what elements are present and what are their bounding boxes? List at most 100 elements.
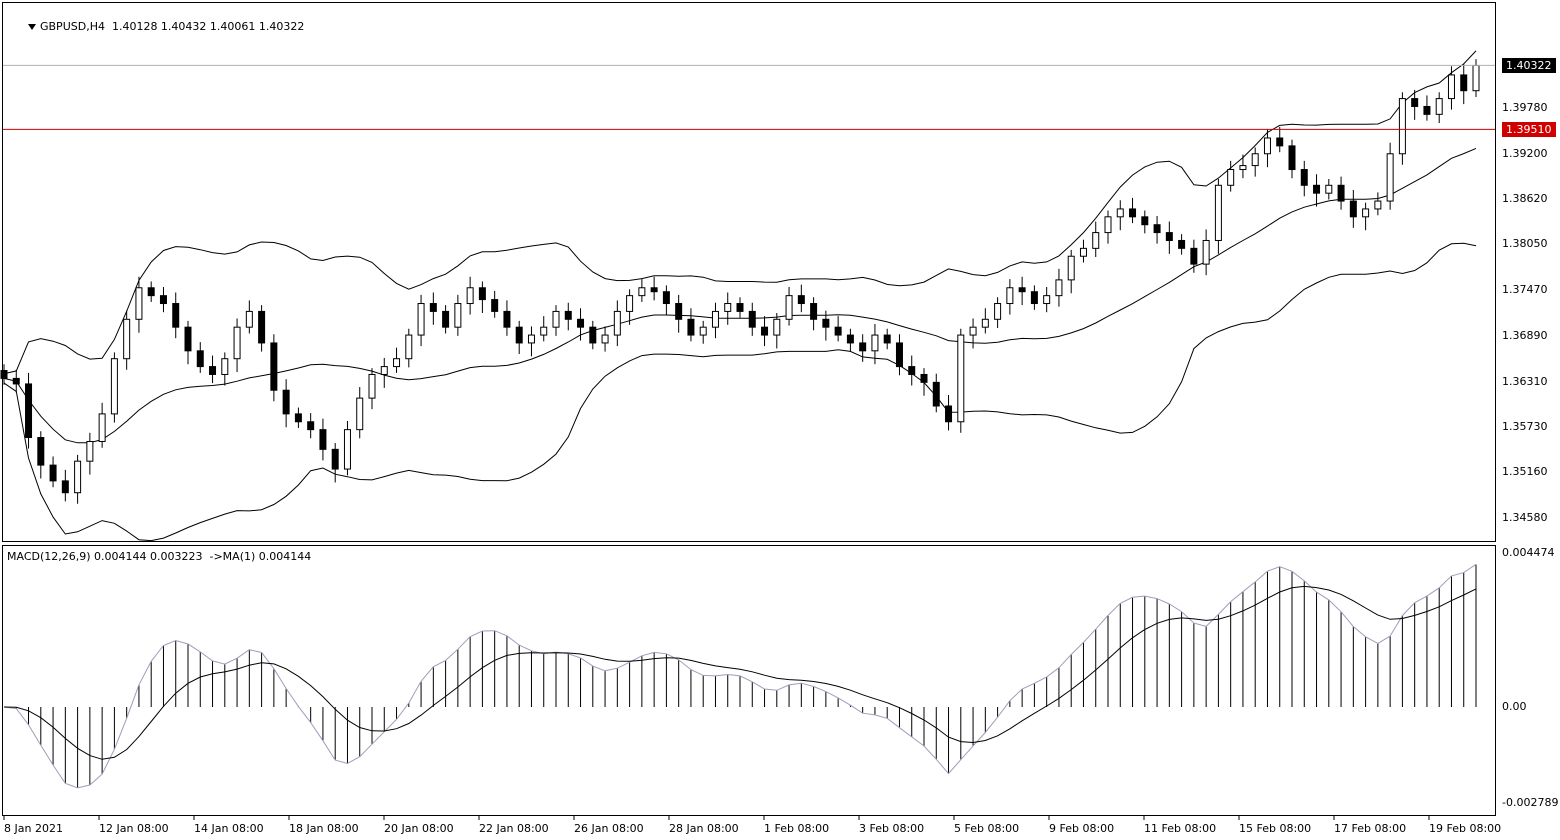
time-tick-label: 12 Jan 08:00 — [99, 822, 169, 835]
candle-bear — [442, 310, 450, 328]
candle-bull — [74, 460, 82, 494]
candle-bull — [1435, 98, 1443, 115]
price-tick-label: 1.38620 — [1502, 192, 1548, 206]
candle-bear — [37, 437, 45, 466]
candle-bull — [98, 413, 106, 442]
candle-bear — [650, 287, 658, 293]
candle-bear — [564, 310, 572, 320]
candle-bear — [25, 383, 33, 439]
candle-bear — [1349, 200, 1357, 218]
candle-bull — [1067, 255, 1075, 281]
price-tick-label: 1.34580 — [1502, 510, 1548, 524]
candle-bear — [662, 291, 670, 305]
candle-bull — [969, 326, 977, 336]
candle-bear — [1030, 291, 1038, 305]
candle-bear — [0, 370, 8, 379]
candle-bear — [1141, 216, 1149, 226]
candle-bull — [233, 326, 241, 360]
candle-bull — [773, 318, 781, 336]
candle-bull — [245, 310, 253, 328]
candle-bear — [1460, 74, 1468, 92]
time-tick-label: 8 Jan 2021 — [4, 822, 63, 835]
candle-bear — [429, 303, 437, 312]
candle-bull — [1079, 247, 1087, 257]
candle-bull — [601, 334, 609, 344]
candle-bull — [1043, 295, 1051, 305]
candle-bear — [736, 303, 744, 312]
candle-bull — [1398, 98, 1406, 155]
candle-bull — [1362, 208, 1370, 218]
time-tick-label: 1 Feb 08:00 — [764, 822, 830, 835]
macd-tick-label: 0.00 — [1502, 699, 1527, 713]
candle-bear — [1337, 184, 1345, 202]
candle-bear — [1288, 145, 1296, 171]
level-price-tag: 1.39510 — [1502, 122, 1556, 138]
time-tick-label: 22 Jan 08:00 — [479, 822, 549, 835]
bollinger-upper — [3, 50, 1477, 375]
candle-bull — [417, 303, 425, 336]
candle-bear — [147, 287, 155, 297]
candle-bull — [711, 310, 719, 328]
candle-bull — [380, 366, 388, 375]
candle-bear — [1313, 184, 1321, 194]
chart-window: GBPUSD,H4 1.40128 1.40432 1.40061 1.4032… — [0, 0, 1560, 840]
candle-bear — [945, 405, 953, 423]
time-tick-label: 3 Feb 08:00 — [859, 822, 925, 835]
candle-bear — [307, 421, 315, 431]
candle-bear — [294, 413, 302, 423]
candle-bear — [687, 318, 695, 336]
candle-bull — [1006, 287, 1014, 305]
candle-bull — [1374, 200, 1382, 210]
bollinger-lower — [3, 242, 1477, 542]
candle-bull — [1227, 169, 1235, 186]
price-tick-label: 1.37470 — [1502, 283, 1548, 297]
candle-bull — [1239, 165, 1247, 171]
chart-canvas — [0, 50, 1495, 820]
candle-bear — [577, 318, 585, 328]
price-tick-label: 1.36310 — [1502, 374, 1548, 388]
candle-bull — [405, 334, 413, 360]
candle-bear — [159, 295, 167, 305]
candle-bull — [356, 397, 364, 431]
candle-bull — [552, 310, 560, 328]
candle-bear — [515, 326, 523, 344]
candle-bull — [135, 287, 143, 320]
candle-bear — [1018, 287, 1026, 293]
candle-bull — [699, 326, 707, 336]
candle-bull — [110, 358, 118, 415]
candle-bull — [454, 303, 462, 328]
candle-bear — [675, 303, 683, 320]
candle-bear — [209, 366, 217, 375]
time-tick-label: 18 Jan 08:00 — [289, 822, 359, 835]
candle-bear — [503, 310, 511, 328]
time-tick-label: 20 Jan 08:00 — [384, 822, 454, 835]
candle-bull — [1202, 239, 1210, 265]
candle-bear — [478, 287, 486, 301]
candle-bear — [834, 326, 842, 336]
candle-bear — [859, 342, 867, 352]
time-tick-label: 17 Feb 08:00 — [1334, 822, 1407, 835]
candle-bear — [1190, 247, 1198, 265]
candle-bull — [1104, 216, 1112, 234]
candle-bear — [908, 366, 916, 375]
candle-bear — [49, 464, 57, 482]
candle-bear — [1178, 239, 1186, 249]
candle-bull — [1055, 279, 1063, 297]
candle-bear — [822, 318, 830, 328]
candle-bear — [12, 377, 20, 385]
candle-bull — [785, 295, 793, 320]
candle-bear — [589, 326, 597, 344]
candle-bear — [282, 389, 290, 415]
candle-bull — [343, 429, 351, 470]
candle-bear — [319, 429, 327, 450]
candle-bear — [1411, 98, 1419, 107]
time-tick-label: 15 Feb 08:00 — [1239, 822, 1312, 835]
candle-bull — [1092, 232, 1100, 249]
candle-bull — [221, 358, 229, 375]
price-tick-label: 1.39200 — [1502, 146, 1548, 160]
candle-bull — [724, 303, 732, 312]
candle-bear — [761, 326, 769, 336]
candle-bear — [748, 310, 756, 328]
candle-bear — [846, 334, 854, 344]
time-tick-label: 5 Feb 08:00 — [954, 822, 1020, 835]
